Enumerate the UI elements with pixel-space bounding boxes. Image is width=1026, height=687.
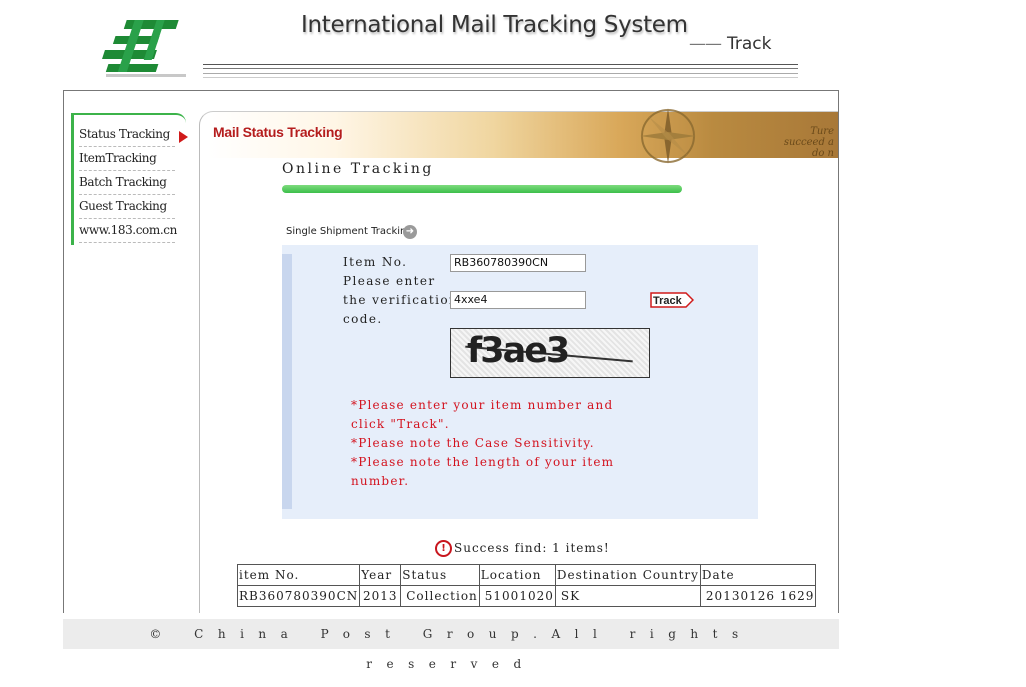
results-table: item No. Year Status Location Destinatio…: [236, 564, 817, 607]
verification-code-input[interactable]: 4xxe4: [450, 291, 586, 309]
compass-icon: [640, 108, 696, 164]
column-header: Year: [359, 564, 402, 586]
table-cell-status: Collection: [400, 585, 480, 607]
verification-label-line2: the verification: [343, 293, 459, 307]
tracking-form-panel: Item No. RB360780390CN Please enter the …: [282, 245, 758, 519]
table-cell-year: 2013: [359, 585, 402, 607]
system-subtitle: —— Track: [689, 34, 771, 54]
column-header: item No.: [236, 564, 361, 586]
captcha-text: f3ae3: [467, 331, 570, 371]
table-cell-item-no[interactable]: RB360780390CN: [236, 585, 361, 607]
subtitle-dash: ——: [689, 34, 722, 54]
item-number-input[interactable]: RB360780390CN: [450, 254, 586, 272]
note-line: *Please enter your item number and: [351, 398, 614, 412]
sidebar-item-website-link[interactable]: www.183.com.cn: [79, 219, 177, 243]
table-row: RB360780390CN 2013 Collection 51001020 S…: [236, 585, 817, 607]
system-title: International Mail Tracking System: [301, 12, 688, 38]
active-arrow-icon: [179, 131, 188, 143]
sidebar-item-label: www.183.com.cn: [79, 223, 177, 237]
note-line: number.: [351, 474, 410, 488]
note-line: *Please note the length of your item: [351, 455, 615, 469]
sidebar-item-status-tracking[interactable]: Status Tracking: [79, 123, 188, 147]
verification-label-line3: code.: [343, 312, 383, 326]
table-cell-date: 20130126 1629: [699, 585, 817, 607]
banner: Mail Status Tracking Ture succeed a do n: [208, 108, 838, 164]
china-post-logo: [102, 20, 186, 77]
sidebar-item-item-tracking[interactable]: ItemTracking: [79, 147, 175, 171]
header: International Mail Tracking System —— Tra…: [63, 0, 839, 90]
footer: © China Post Group.All rights reserved: [63, 619, 839, 671]
column-header: Date: [699, 564, 817, 586]
subtitle-text: Track: [727, 34, 772, 54]
main-column: Mail Status Tracking Ture succeed a do n…: [199, 108, 838, 613]
section-title: Online Tracking: [282, 161, 434, 177]
success-message: Success find: 1 items!: [454, 541, 610, 555]
table-header-row: item No. Year Status Location Destinatio…: [236, 564, 817, 586]
note-line: *Please note the Case Sensitivity.: [351, 436, 595, 450]
sidebar-item-guest-tracking[interactable]: Guest Tracking: [79, 195, 175, 219]
single-shipment-label: Single Shipment Tracking: [286, 226, 413, 237]
alert-icon: !: [435, 540, 452, 557]
banner-script-line: Ture: [810, 126, 834, 137]
content-frame: Status Tracking ItemTracking Batch Track…: [63, 90, 839, 613]
banner-script-line: succeed a: [783, 137, 834, 148]
banner-script-line: do n: [811, 148, 834, 159]
captcha-image: f3ae3: [450, 328, 650, 378]
sidebar-item-label: Batch Tracking: [79, 175, 167, 189]
track-button[interactable]: Track: [650, 292, 694, 308]
sidebar-item-batch-tracking[interactable]: Batch Tracking: [79, 171, 175, 195]
sidebar: Status Tracking ItemTracking Batch Track…: [71, 113, 188, 245]
sidebar-item-label: ItemTracking: [79, 151, 157, 165]
column-header: Location: [478, 564, 556, 586]
track-button-label: Track: [653, 295, 683, 307]
arrow-right-icon[interactable]: ➜: [403, 225, 417, 239]
note-line: click "Track".: [351, 417, 450, 431]
column-header: Status: [400, 564, 480, 586]
section-title-bar: [282, 185, 682, 193]
item-no-label: Item No.: [343, 255, 408, 269]
verification-label-line1: Please enter: [343, 274, 436, 288]
table-cell-location: 51001020: [478, 585, 556, 607]
table-cell-destination: SK: [554, 585, 701, 607]
column-header: Destination Country: [554, 564, 701, 586]
banner-title: Mail Status Tracking: [213, 124, 343, 140]
panel-stripe: [282, 254, 292, 509]
banner-script-text: Ture succeed a do n: [784, 126, 834, 159]
sidebar-item-label: Status Tracking: [79, 127, 170, 141]
header-divider: [203, 64, 798, 82]
sidebar-item-label: Guest Tracking: [79, 199, 167, 213]
